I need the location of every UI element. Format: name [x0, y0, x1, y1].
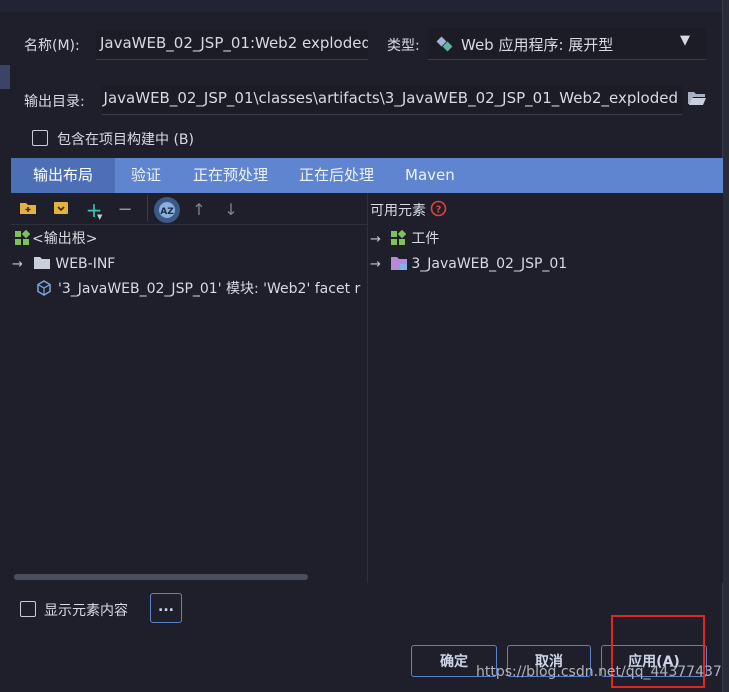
tab-label: 输出布局	[32, 166, 93, 184]
type-value: Web 应用程序: 展开型	[461, 36, 614, 54]
more-button[interactable]: ...	[150, 593, 182, 623]
tree-item-web-inf[interactable]: → WEB-INF	[12, 253, 115, 275]
available-elements-panel	[368, 193, 723, 583]
include-in-build-checkbox[interactable]	[32, 130, 48, 146]
tab-preprocessing[interactable]: 正在预处理	[193, 158, 268, 193]
folder-browse-icon[interactable]	[687, 89, 707, 107]
sidebar-selection-edge	[0, 65, 10, 89]
available-item-module[interactable]: → 3_JavaWEB_02_JSP_01	[370, 253, 567, 275]
tab-label: 正在预处理	[193, 166, 269, 184]
svg-text:?: ?	[436, 205, 442, 216]
tab-maven[interactable]: Maven	[405, 158, 455, 193]
artifact-root-icon	[14, 229, 32, 246]
sort-az-icon[interactable]: AZ	[154, 197, 180, 223]
show-content-checkbox[interactable]	[20, 601, 36, 617]
output-dir-input[interactable]: 3_JavaWEB_02_JSP_01\classes\artifacts\3_…	[102, 85, 682, 115]
tab-bar: 输出布局 验证 正在预处理 正在后处理 Maven	[11, 158, 723, 193]
available-item-label: 3_JavaWEB_02_JSP_01	[411, 256, 568, 272]
expand-arrow-icon[interactable]: →	[370, 232, 381, 247]
window-edge	[722, 0, 729, 692]
output-dir-value: 3_JavaWEB_02_JSP_01\classes\artifacts\3_…	[102, 89, 678, 107]
module-cube-icon	[36, 280, 54, 296]
available-item-artifacts[interactable]: → 工件	[370, 228, 439, 250]
tree-item-label: WEB-INF	[55, 256, 116, 272]
available-item-label: 工件	[411, 231, 440, 247]
expand-arrow-icon[interactable]: →	[12, 257, 23, 272]
top-edge	[0, 0, 722, 12]
dropdown-arrow-icon: ▼	[680, 33, 690, 48]
tab-label: 正在后处理	[299, 166, 375, 184]
available-elements-title: 可用元素	[370, 203, 426, 219]
remove-icon[interactable]: −	[115, 200, 135, 220]
output-layout-panel	[11, 193, 368, 583]
output-root-label: <输出根>	[32, 231, 98, 247]
tab-validation[interactable]: 验证	[131, 158, 161, 193]
output-root-row[interactable]: <输出根>	[14, 228, 97, 250]
folder-icon	[33, 255, 51, 269]
type-select[interactable]: Web 应用程序: 展开型 ▼	[428, 28, 706, 60]
watermark: https://blog.csdn.net/qq_44377437	[476, 664, 722, 680]
tree-item-module-facet[interactable]: '3_JavaWEB_02_JSP_01' 模块: 'Web2' facet r	[36, 278, 366, 300]
expand-arrow-icon[interactable]: →	[370, 257, 381, 272]
toolbar-separator	[147, 195, 148, 221]
name-input[interactable]: JavaWEB_02_JSP_01:Web2 exploded	[96, 30, 368, 60]
move-up-icon[interactable]: ↑	[189, 200, 209, 220]
show-content-label: 显示元素内容	[44, 603, 128, 619]
help-icon[interactable]: ?	[430, 200, 447, 217]
output-dir-label: 输出目录:	[24, 94, 85, 110]
tab-label: 验证	[131, 166, 162, 184]
tree-item-label: '3_JavaWEB_02_JSP_01' 模块: 'Web2' facet r	[58, 281, 361, 297]
name-value: JavaWEB_02_JSP_01:Web2 exploded	[100, 34, 368, 52]
ok-label: 确定	[440, 654, 468, 670]
more-button-label: ...	[158, 599, 174, 615]
new-folder-icon[interactable]	[18, 200, 38, 220]
name-label: 名称(M):	[24, 38, 80, 54]
add-dropdown-icon: ▼	[97, 213, 103, 221]
module-folder-icon	[390, 255, 408, 271]
svg-text:AZ: AZ	[160, 207, 174, 217]
tab-output-layout[interactable]: 输出布局	[11, 158, 115, 193]
move-down-icon[interactable]: ↓	[221, 200, 241, 220]
include-in-build-label: 包含在项目构建中 (B)	[57, 132, 194, 148]
new-archive-icon[interactable]	[51, 200, 71, 220]
tab-postprocessing[interactable]: 正在后处理	[299, 158, 374, 193]
artifacts-icon	[390, 229, 408, 246]
horizontal-scrollbar[interactable]	[14, 574, 308, 580]
web-app-icon	[436, 35, 454, 53]
tab-label: Maven	[405, 166, 455, 184]
type-label: 类型:	[387, 38, 420, 54]
